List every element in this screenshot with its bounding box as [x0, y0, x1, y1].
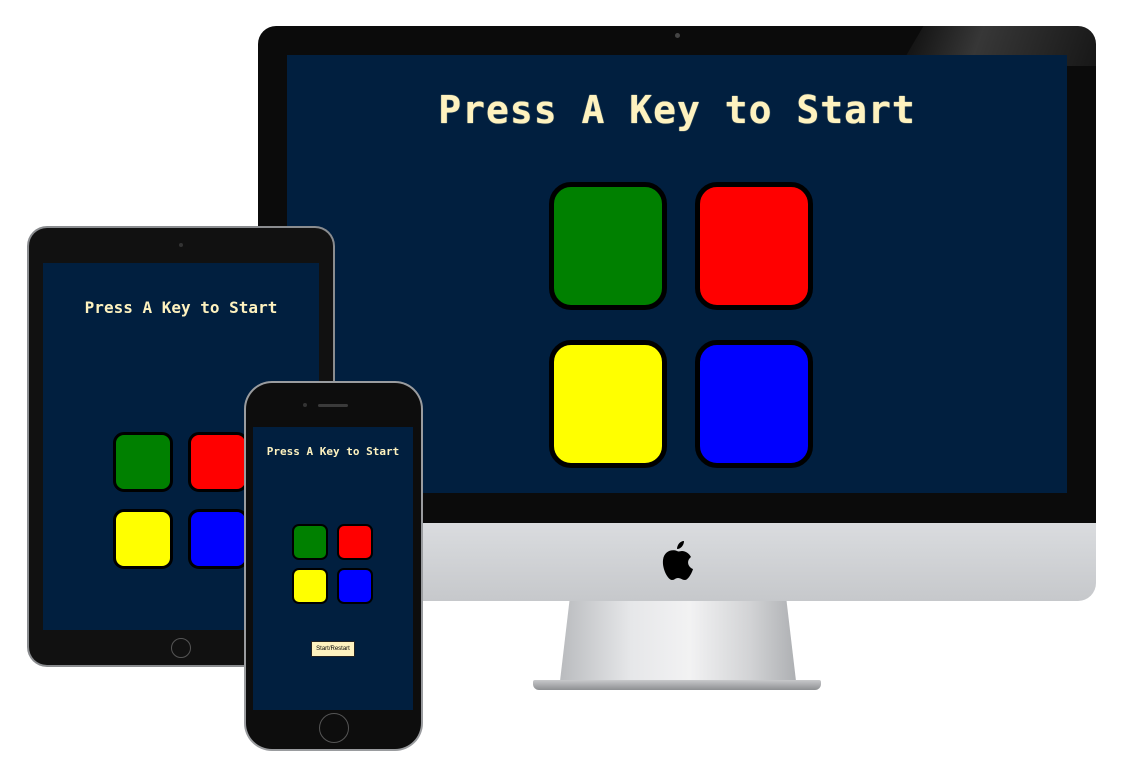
tablet-camera [179, 243, 183, 247]
phone-home-button[interactable] [319, 713, 349, 743]
tablet-home-button[interactable] [171, 638, 191, 658]
tablet-red-button[interactable] [188, 432, 248, 492]
desktop-blue-button[interactable] [695, 340, 813, 468]
tablet-level-title: Press A Key to Start [84, 298, 278, 317]
apple-logo-icon [662, 541, 693, 580]
phone-level-title: Press A Key to Start [266, 445, 400, 458]
monitor-stand-neck [560, 601, 796, 681]
tablet-yellow-button[interactable] [113, 509, 173, 569]
phone-blue-button[interactable] [337, 568, 373, 604]
tablet-blue-button[interactable] [188, 509, 248, 569]
desktop-yellow-button[interactable] [549, 340, 667, 468]
desktop-level-title: Press A Key to Start [438, 88, 916, 132]
phone-screen [253, 427, 413, 710]
desktop-green-button[interactable] [549, 182, 667, 310]
phone-yellow-button[interactable] [292, 568, 328, 604]
monitor-stand-foot [533, 680, 821, 690]
monitor-camera [675, 33, 680, 38]
start-restart-button[interactable]: Start/Restart [311, 641, 355, 657]
phone-green-button[interactable] [292, 524, 328, 560]
phone-camera [303, 403, 307, 407]
desktop-red-button[interactable] [695, 182, 813, 310]
tablet-green-button[interactable] [113, 432, 173, 492]
phone-speaker [318, 404, 348, 407]
phone-red-button[interactable] [337, 524, 373, 560]
